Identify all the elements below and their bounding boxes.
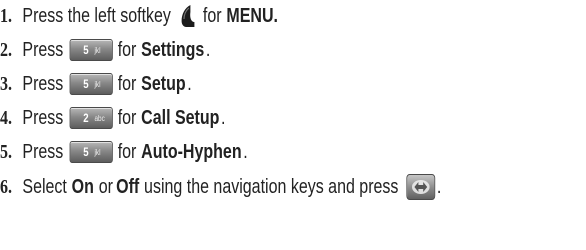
step-text: Press <box>22 38 64 61</box>
call-setup-label: Call Setup <box>141 106 220 129</box>
key-letters: jkl <box>94 148 101 157</box>
step-suffix: . <box>243 140 248 163</box>
step-number: 5. <box>0 140 12 163</box>
key-digit: 5 <box>83 43 89 57</box>
keypad-5-icon: 5 jkl <box>69 141 113 163</box>
step-suffix: . <box>221 106 226 129</box>
step-4: 4. Press 2 abc for Call Setup . <box>0 101 225 135</box>
key-digit: 5 <box>83 77 89 91</box>
step-number: 1. <box>0 4 12 27</box>
step-suffix: . <box>205 38 211 61</box>
keypad-2-icon: 2 abc <box>69 107 113 129</box>
ok-key-icon <box>406 174 436 200</box>
step-number: 2. <box>0 38 12 61</box>
key-digit: 2 <box>83 111 89 125</box>
key-letters: jkl <box>94 46 101 55</box>
step-text: Press <box>22 140 64 163</box>
step-number: 4. <box>0 106 12 129</box>
key-digit: 5 <box>83 145 89 159</box>
ok-key-glyph-icon <box>412 180 430 194</box>
step-1: 1. Press the left softkey for MENU. <box>0 0 280 33</box>
keypad-5-icon: 5 jkl <box>69 73 113 95</box>
setup-label: Setup <box>141 72 186 95</box>
step-suffix: . <box>436 175 442 198</box>
step-text: Select <box>22 175 67 198</box>
step-text: Press <box>22 72 64 95</box>
step-number: 6. <box>0 175 12 198</box>
menu-label: MENU. <box>226 4 278 27</box>
step-text-for: for <box>117 72 137 95</box>
off-option-label: Off <box>116 175 140 198</box>
step-5: 5. Press 5 jkl for Auto-Hyphen . <box>0 135 248 169</box>
step-text-for: for <box>117 140 137 163</box>
step-6: 6. Select On or Off using the navigation… <box>0 170 441 204</box>
settings-label: Settings <box>141 38 205 61</box>
or-text: or <box>98 175 113 198</box>
step-2: 2. Press 5 jkl for Settings . <box>0 33 210 67</box>
auto-hyphen-label: Auto-Hyphen <box>141 140 242 163</box>
step-text-for: for <box>117 106 137 129</box>
step-suffix: . <box>187 72 192 95</box>
step-3: 3. Press 5 jkl for Setup . <box>0 67 192 101</box>
step-text: Press the left softkey <box>22 4 171 27</box>
step-text: Press <box>22 106 64 129</box>
keypad-5-icon: 5 jkl <box>69 39 113 61</box>
key-letters: jkl <box>94 80 101 89</box>
step-text-for: for <box>202 4 222 27</box>
step-text-for: for <box>117 38 137 61</box>
step-number: 3. <box>0 72 12 95</box>
step-text-rest: using the navigation keys and press <box>144 175 399 198</box>
key-letters: abc <box>94 114 105 123</box>
left-softkey-icon <box>181 5 195 27</box>
on-option-label: On <box>71 175 94 198</box>
